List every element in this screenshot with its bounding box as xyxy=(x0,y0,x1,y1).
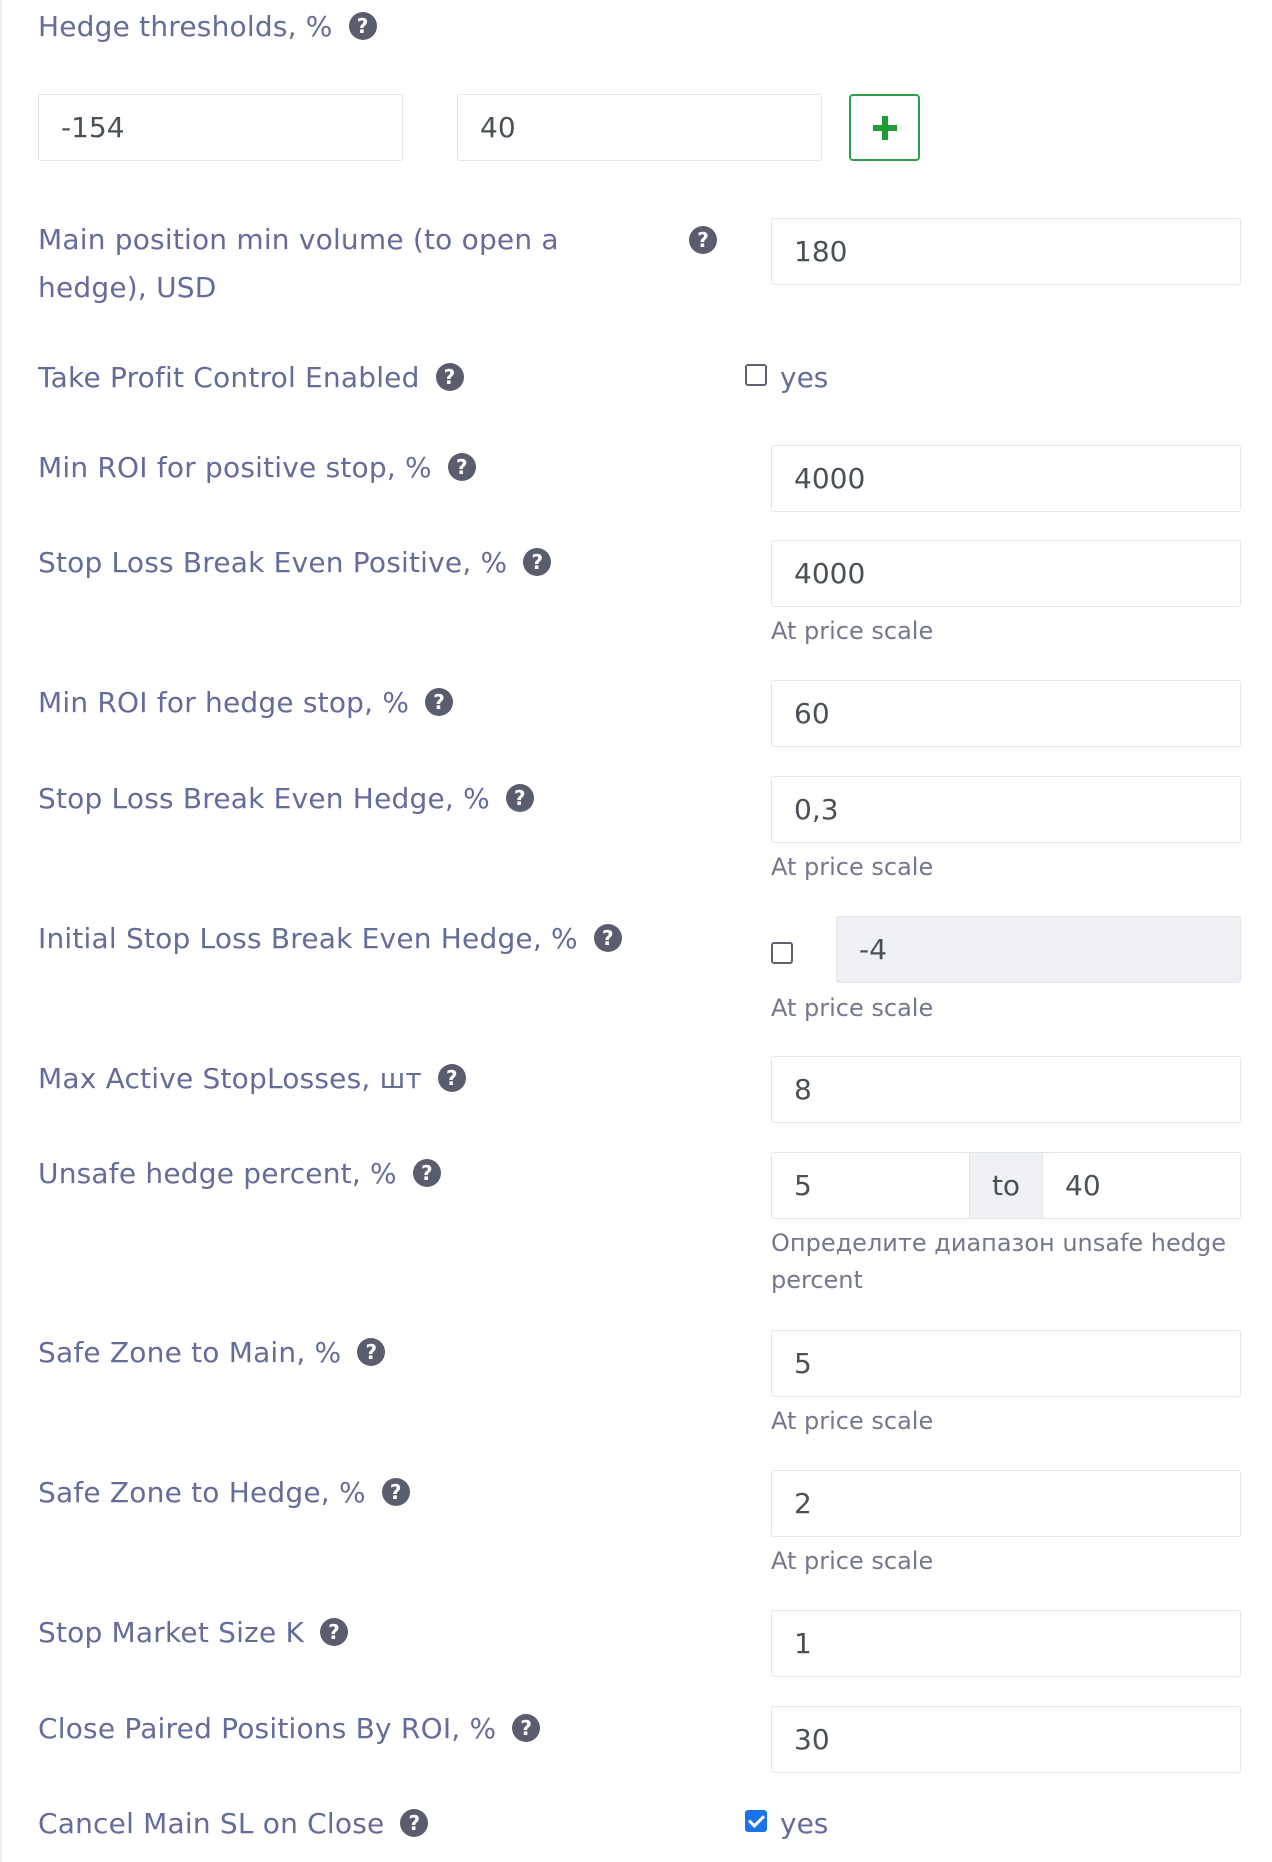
hedge-threshold-input-2[interactable]: 40 xyxy=(457,94,822,161)
safe-zone-to-hedge-label: Safe Zone to Hedge, %? xyxy=(38,1469,410,1517)
sl-break-even-positive-hint: At price scale xyxy=(771,617,934,645)
max-active-stoplosses-label: Max Active StopLosses, шт? xyxy=(38,1055,466,1103)
question-circle-icon[interactable]: ? xyxy=(523,548,552,576)
stop-market-size-k-label-text: Stop Market Size K xyxy=(38,1616,305,1649)
hedge-thresholds-label-text: Hedge thresholds, % xyxy=(38,10,333,43)
hedge-thresholds-label: Hedge thresholds, %? xyxy=(38,3,377,51)
cancel-main-sl-checkbox[interactable] xyxy=(745,1810,767,1832)
sl-break-even-positive-input[interactable]: 4000 xyxy=(771,540,1241,607)
initial-sl-break-even-hedge-label-text: Initial Stop Loss Break Even Hedge, % xyxy=(38,922,578,955)
close-paired-positions-label: Close Paired Positions By ROI, %? xyxy=(38,1705,541,1753)
take-profit-control-label: Take Profit Control Enabled? xyxy=(38,354,464,402)
safe-zone-to-main-hint: At price scale xyxy=(771,1407,934,1435)
take-profit-control-checkbox[interactable] xyxy=(745,364,767,386)
stop-market-size-k-label: Stop Market Size K? xyxy=(38,1609,349,1657)
min-roi-positive-stop-input[interactable]: 4000 xyxy=(771,445,1241,512)
sl-break-even-hedge-input[interactable]: 0,3 xyxy=(771,776,1241,843)
safe-zone-to-main-input[interactable]: 5 xyxy=(771,1330,1241,1397)
question-circle-icon[interactable]: ? xyxy=(593,924,622,952)
safe-zone-to-hedge-input[interactable]: 2 xyxy=(771,1470,1241,1537)
question-circle-icon[interactable]: ? xyxy=(348,12,377,40)
initial-sl-break-even-hedge-checkbox[interactable] xyxy=(771,942,793,964)
hedge-threshold-input-1[interactable]: -154 xyxy=(38,94,403,161)
cancel-main-sl-label: Cancel Main SL on Close? xyxy=(38,1800,429,1848)
question-circle-icon[interactable]: ? xyxy=(437,1064,466,1092)
question-circle-icon[interactable]: ? xyxy=(357,1338,386,1366)
sl-break-even-hedge-label: Stop Loss Break Even Hedge, %? xyxy=(38,775,534,823)
sl-break-even-positive-label-text: Stop Loss Break Even Positive, % xyxy=(38,546,508,579)
max-active-stoplosses-input[interactable]: 8 xyxy=(771,1056,1241,1123)
question-circle-icon[interactable]: ? xyxy=(400,1809,429,1837)
min-roi-hedge-stop-input[interactable]: 60 xyxy=(771,680,1241,747)
max-active-stoplosses-label-text: Max Active StopLosses, шт xyxy=(38,1062,422,1095)
initial-sl-break-even-hedge-input[interactable]: -4 xyxy=(836,916,1241,983)
min-roi-positive-stop-label: Min ROI for positive stop, %? xyxy=(38,444,476,492)
question-circle-icon[interactable]: ? xyxy=(512,1714,541,1742)
question-circle-icon[interactable]: ? xyxy=(505,784,534,812)
safe-zone-to-hedge-hint: At price scale xyxy=(771,1547,934,1575)
unsafe-hedge-percent-label-text: Unsafe hedge percent, % xyxy=(38,1157,397,1190)
question-circle-icon[interactable]: ? xyxy=(435,363,464,391)
safe-zone-to-main-label: Safe Zone to Main, %? xyxy=(38,1329,386,1377)
unsafe-hedge-from-input[interactable]: 5 xyxy=(771,1152,970,1219)
unsafe-hedge-percent-hint: Определите диапазон unsafe hedge percent xyxy=(771,1229,1227,1294)
safe-zone-to-hedge-label-text: Safe Zone to Hedge, % xyxy=(38,1476,366,1509)
sl-break-even-hedge-hint: At price scale xyxy=(771,853,934,881)
sl-break-even-hedge-label-text: Stop Loss Break Even Hedge, % xyxy=(38,782,490,815)
main-position-min-volume-input[interactable]: 180 xyxy=(771,218,1241,285)
take-profit-control-checkbox-label: yes xyxy=(780,361,829,394)
close-paired-positions-label-text: Close Paired Positions By ROI, % xyxy=(38,1712,497,1745)
main-position-min-volume-label: Main position min volume (to open a hedg… xyxy=(38,223,559,304)
unsafe-hedge-percent-label: Unsafe hedge percent, %? xyxy=(38,1150,441,1198)
unsafe-hedge-to-input[interactable]: 40 xyxy=(1042,1152,1241,1219)
initial-sl-break-even-hedge-hint: At price scale xyxy=(771,994,934,1022)
stop-market-size-k-input[interactable]: 1 xyxy=(771,1610,1241,1677)
sl-break-even-positive-label: Stop Loss Break Even Positive, %? xyxy=(38,539,552,587)
cancel-main-sl-checkbox-label: yes xyxy=(780,1807,829,1840)
min-roi-hedge-stop-label-text: Min ROI for hedge stop, % xyxy=(38,686,410,719)
panel-left-border xyxy=(0,0,2,1862)
initial-sl-break-even-hedge-label: Initial Stop Loss Break Even Hedge, %? xyxy=(38,915,622,963)
question-circle-icon[interactable]: ? xyxy=(447,453,476,481)
question-circle-icon[interactable]: ? xyxy=(689,226,717,254)
take-profit-control-label-text: Take Profit Control Enabled xyxy=(38,361,420,394)
safe-zone-to-main-label-text: Safe Zone to Main, % xyxy=(38,1336,342,1369)
unsafe-hedge-to-addon: to xyxy=(970,1152,1042,1219)
add-threshold-button[interactable] xyxy=(849,94,920,161)
question-circle-icon[interactable]: ? xyxy=(412,1159,441,1187)
question-circle-icon[interactable]: ? xyxy=(381,1478,410,1506)
min-roi-positive-stop-label-text: Min ROI for positive stop, % xyxy=(38,451,432,484)
close-paired-positions-input[interactable]: 30 xyxy=(771,1706,1241,1773)
question-circle-icon[interactable]: ? xyxy=(425,688,454,716)
cancel-main-sl-label-text: Cancel Main SL on Close xyxy=(38,1807,385,1840)
question-circle-icon[interactable]: ? xyxy=(320,1618,349,1646)
min-roi-hedge-stop-label: Min ROI for hedge stop, %? xyxy=(38,679,454,727)
plus-icon-vertical xyxy=(882,116,888,140)
